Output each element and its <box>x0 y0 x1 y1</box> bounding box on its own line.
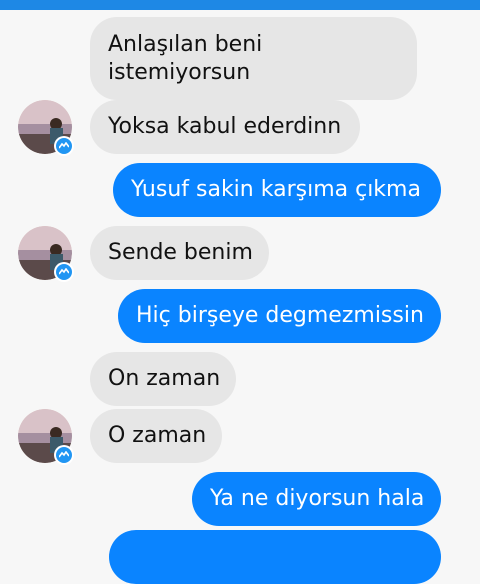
messenger-badge-icon <box>54 262 74 282</box>
contact-avatar[interactable] <box>18 409 74 465</box>
outgoing-message[interactable]: Yusuf sakin karşıma çıkma <box>113 163 441 217</box>
incoming-message[interactable]: Yoksa kabul ederdinn <box>90 100 360 154</box>
outgoing-message[interactable]: Hiç birşeye degmezmissin <box>118 289 441 343</box>
contact-avatar[interactable] <box>18 100 74 156</box>
app-header-bar <box>0 0 480 10</box>
contact-avatar[interactable] <box>18 226 74 282</box>
incoming-message[interactable]: Anlaşılan beni istemiyorsun <box>90 17 417 100</box>
message-thread[interactable]: Anlaşılan beni istemiyorsun Yoksa kabul … <box>0 10 480 584</box>
outgoing-message[interactable] <box>109 530 441 584</box>
messenger-badge-icon <box>54 136 74 156</box>
messenger-badge-icon <box>54 445 74 465</box>
outgoing-message[interactable]: Ya ne diyorsun hala <box>192 472 441 526</box>
incoming-message[interactable]: O zaman <box>90 409 222 463</box>
incoming-message[interactable]: Sende benim <box>90 226 269 280</box>
incoming-message[interactable]: On zaman <box>90 352 236 406</box>
